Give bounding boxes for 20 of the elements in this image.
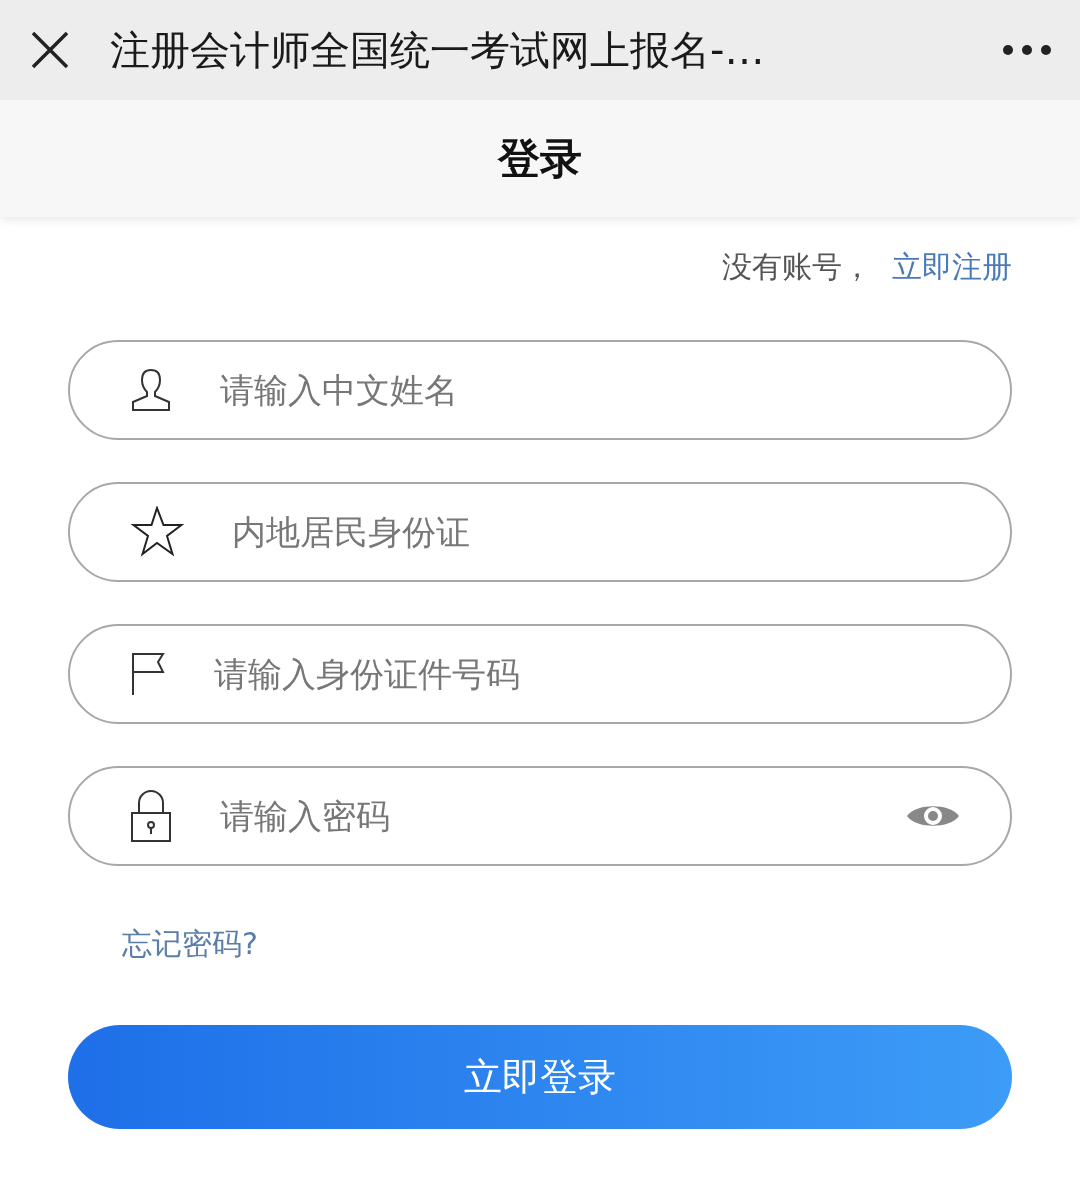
- window-title: 注册会计师全国统一考试网上报名-…: [110, 25, 766, 75]
- star-icon: [130, 506, 184, 558]
- text-input[interactable]: 请输入身份证件号码: [212, 653, 960, 695]
- input-field[interactable]: 请输入身份证件号码: [68, 624, 1012, 724]
- text-input[interactable]: 请输入密码: [218, 795, 906, 837]
- forgot-password-link[interactable]: 忘记密码?: [122, 924, 258, 965]
- more-icon[interactable]: [1002, 44, 1052, 56]
- person-icon: [130, 368, 172, 412]
- register-link[interactable]: 立即注册: [892, 247, 1012, 288]
- input-field[interactable]: 内地居民身份证: [68, 482, 1012, 582]
- page-title: 登录: [498, 132, 582, 185]
- login-button[interactable]: 立即登录: [68, 1025, 1012, 1129]
- close-icon[interactable]: [30, 30, 70, 70]
- input-field[interactable]: 请输入中文姓名: [68, 340, 1012, 440]
- text-input[interactable]: 请输入中文姓名: [218, 369, 960, 411]
- text-input[interactable]: 内地居民身份证: [230, 511, 960, 553]
- lock-icon: [130, 789, 172, 843]
- input-field[interactable]: 请输入密码: [68, 766, 1012, 866]
- register-prompt: 没有账号，: [722, 248, 872, 286]
- flag-icon: [130, 652, 166, 696]
